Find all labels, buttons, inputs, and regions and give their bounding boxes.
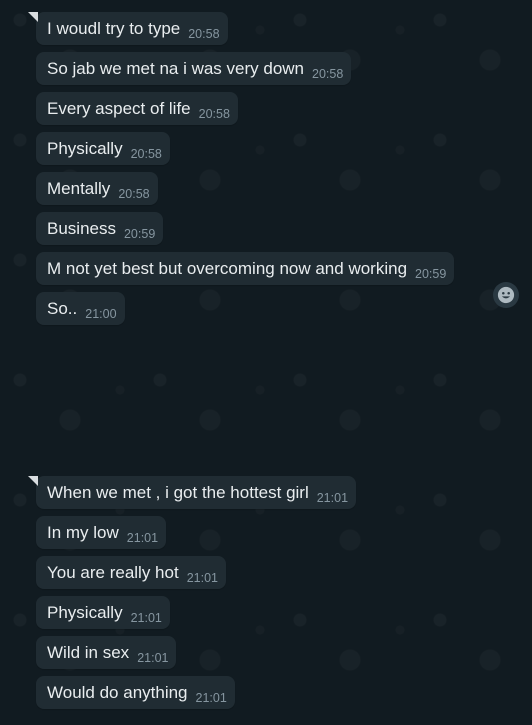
message-text: I woudl try to type [47,19,181,38]
reaction-button[interactable] [493,282,519,308]
message-bubble[interactable]: Every aspect of life 20:58 [36,92,238,125]
message-time: 21:01 [130,611,162,625]
message-time: 21:01 [316,491,349,505]
message-time: 20:58 [312,67,344,81]
bubble-tail [28,476,38,486]
message-bubble[interactable]: When we met , i got the hottest girl 21:… [28,476,357,509]
bubble-tail [28,12,38,22]
message-bubble[interactable]: Would do anything 21:01 [36,676,235,709]
message-text: Physically [47,139,123,158]
message-text: Physically [47,603,123,622]
message-text: Mentally [47,179,111,198]
message-group-2: When we met , i got the hottest girl 21:… [28,476,357,716]
message-time: 21:01 [137,651,169,665]
message-text: So jab we met na i was very down [47,59,305,78]
message-text: You are really hot [47,563,179,582]
message-text: When we met , i got the hottest girl [47,483,309,502]
message-group-1: I woudl try to type 20:58 So jab we met … [28,12,455,332]
message-time: 21:01 [126,531,159,545]
message-bubble[interactable]: M not yet best but overcoming now and wo… [36,252,455,285]
chat-panel[interactable]: I woudl try to type 20:58 So jab we met … [0,0,532,725]
message-text: In my low [47,523,119,542]
message-time: 21:01 [186,571,218,585]
message-bubble[interactable]: Mentally 20:58 [36,172,158,205]
message-bubble[interactable]: Business 20:59 [36,212,164,245]
message-time: 20:59 [123,227,156,241]
message-bubble[interactable]: In my low 21:01 [36,516,167,549]
message-time: 20:58 [188,27,220,41]
message-bubble[interactable]: So.. 21:00 [36,292,125,325]
message-time: 20:58 [198,107,230,121]
message-text: M not yet best but overcoming now and wo… [47,259,408,278]
message-text: Business [47,219,116,238]
message-time: 20:59 [415,267,447,281]
message-text: Would do anything [47,683,188,702]
message-bubble[interactable]: Wild in sex 21:01 [36,636,177,669]
message-text: Wild in sex [47,643,130,662]
message-text: Every aspect of life [47,99,191,118]
message-text: So.. [47,299,78,318]
message-bubble[interactable]: Physically 21:01 [36,596,170,629]
emoji-smile-icon [497,286,515,304]
message-bubble[interactable]: So jab we met na i was very down 20:58 [36,52,352,85]
message-time: 21:01 [195,691,227,705]
message-bubble[interactable]: Physically 20:58 [36,132,170,165]
message-time: 21:00 [85,307,117,321]
message-bubble[interactable]: You are really hot 21:01 [36,556,226,589]
message-time: 20:58 [118,187,150,201]
message-bubble[interactable]: I woudl try to type 20:58 [28,12,228,45]
message-time: 20:58 [130,147,162,161]
